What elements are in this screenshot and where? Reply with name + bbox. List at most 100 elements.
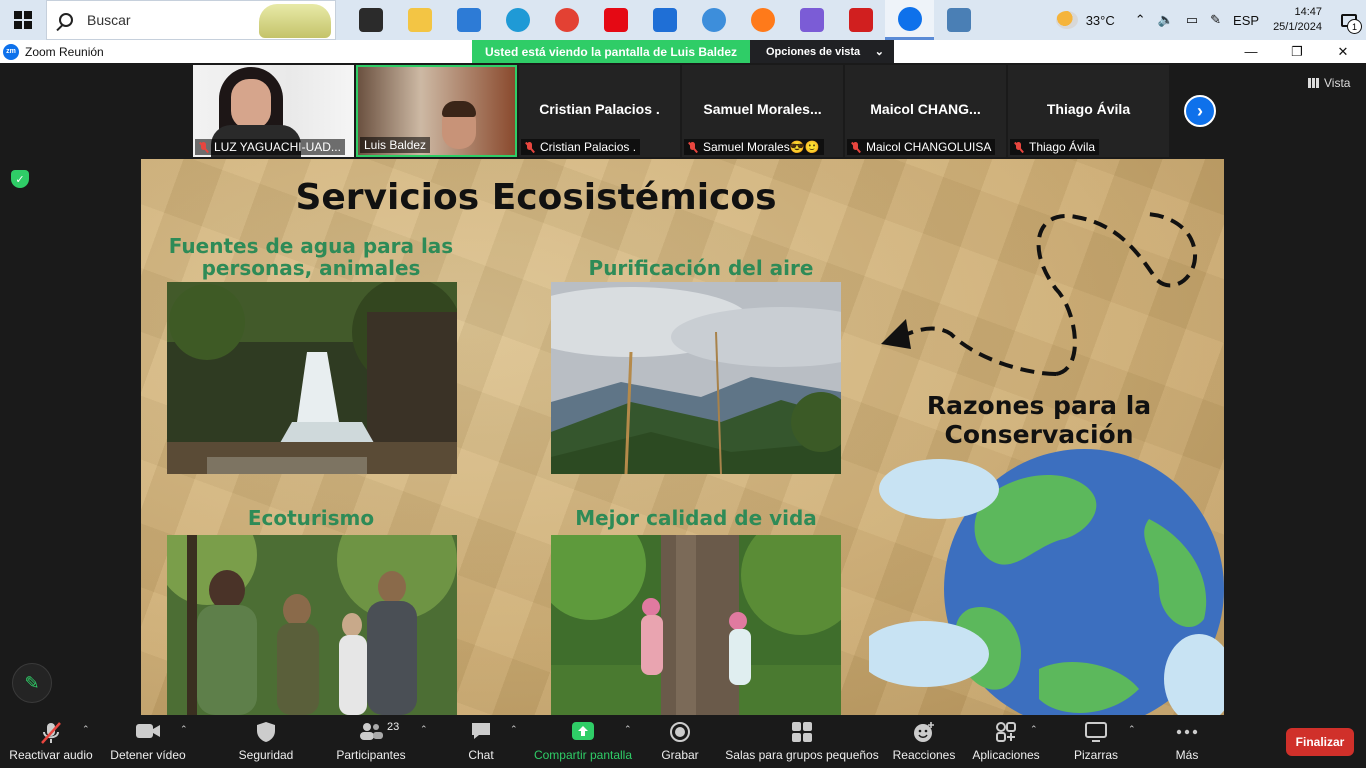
video-options-caret[interactable]: ⌃	[180, 724, 188, 735]
participant-display-name: Maicol CHANG...	[870, 101, 981, 117]
netflix-icon	[603, 8, 628, 32]
stop-video-button[interactable]: Detener vídeo	[108, 715, 188, 768]
weather-widget[interactable]: 33°C	[1055, 11, 1115, 29]
participant-name: Luis Baldez	[364, 138, 427, 152]
pen-icon[interactable]: ✎	[1210, 12, 1221, 28]
taskbar-app-button[interactable]	[444, 0, 493, 40]
firefox-icon	[750, 8, 775, 32]
section-heading-air: Purificación del aire	[588, 256, 814, 280]
clock[interactable]: 14:47 25/1/2024	[1273, 5, 1322, 35]
language-indicator[interactable]: ESP	[1233, 13, 1259, 28]
audio-options-caret[interactable]: ⌃	[82, 724, 90, 735]
participant-tile[interactable]: LUZ YAGUACHI-UAD...	[193, 65, 354, 157]
more-button[interactable]: Más	[1166, 715, 1208, 768]
whiteboards-options-caret[interactable]: ⌃	[1128, 724, 1136, 735]
participant-strip: LUZ YAGUACHI-UAD... Luis Baldez Cristian…	[193, 65, 1169, 158]
tree-hugging-photo	[551, 535, 841, 715]
clock-date: 25/1/2024	[1273, 21, 1322, 33]
taskbar-app-button[interactable]	[689, 0, 738, 40]
start-button[interactable]	[0, 0, 46, 40]
system-tray: 33°C ⌃ 🔈 ▭ ✎ ESP 14:47 25/1/2024 1	[1055, 0, 1366, 40]
minimize-button[interactable]: —	[1228, 40, 1274, 63]
taskbar-app-button[interactable]	[934, 0, 983, 40]
taskbar-app-button[interactable]	[395, 0, 444, 40]
section-heading-water: Fuentes de agua para las personas, anima…	[168, 234, 454, 280]
whiteboards-button[interactable]: Pizarras	[1070, 715, 1122, 768]
view-label: Vista	[1324, 76, 1351, 90]
apps-button[interactable]: Aplicaciones	[970, 715, 1042, 768]
window-title: Zoom Reunión	[25, 44, 104, 59]
search-icon	[59, 13, 73, 27]
taskbar-app-button[interactable]	[738, 0, 787, 40]
participant-tile[interactable]: Samuel Morales... Samuel Morales😎🙂	[682, 65, 843, 157]
taskbar-app-button[interactable]	[542, 0, 591, 40]
chat-button[interactable]: Chat	[460, 715, 502, 768]
shared-screen-slide: Servicios Ecosistémicos Fuentes de agua …	[141, 159, 1224, 715]
close-button[interactable]: ✕	[1320, 40, 1366, 63]
share-screen-label: Compartir pantalla	[533, 748, 633, 762]
restore-button[interactable]: ❐	[1274, 40, 1320, 63]
participants-options-caret[interactable]: ⌃	[420, 724, 428, 735]
notification-center-button[interactable]: 1	[1332, 0, 1366, 40]
participant-label: Maicol CHANGOLUISA	[847, 139, 996, 155]
search-placeholder: Buscar	[87, 12, 131, 28]
encryption-shield-icon[interactable]: ✓	[11, 170, 29, 188]
security-label: Seguridad	[238, 748, 294, 762]
chat-options-caret[interactable]: ⌃	[510, 724, 518, 735]
chrome-icon	[554, 8, 579, 32]
taskbar-app-button[interactable]	[640, 0, 689, 40]
taskbar-app-button[interactable]	[787, 0, 836, 40]
share-screen-icon	[572, 722, 594, 740]
participants-button[interactable]: 23 Participantes	[332, 715, 410, 768]
breakout-rooms-label: Salas para grupos pequeños	[725, 748, 879, 762]
participant-label: Cristian Palacios .	[521, 139, 641, 155]
share-options-caret[interactable]: ⌃	[624, 724, 632, 735]
end-meeting-button[interactable]: Finalizar	[1286, 728, 1354, 756]
taskbar-search-box[interactable]: Buscar	[46, 0, 336, 40]
slide-title: Servicios Ecosistémicos	[295, 177, 777, 218]
window-controls: — ❐ ✕	[1228, 40, 1366, 63]
taskbar-app-button[interactable]	[836, 0, 885, 40]
taskbar-app-button[interactable]	[346, 0, 395, 40]
whiteboard-icon	[1085, 722, 1107, 742]
speaker-icon[interactable]: 🔈	[1158, 12, 1174, 28]
participant-tile-active-speaker[interactable]: Luis Baldez	[356, 65, 517, 157]
clock-time: 14:47	[1294, 6, 1322, 18]
mic-muted-icon	[1014, 141, 1024, 153]
security-button[interactable]: Seguridad	[230, 715, 302, 768]
microphone-muted-icon	[41, 722, 61, 744]
participants-label: Participantes	[336, 748, 406, 762]
view-button[interactable]: Vista	[1308, 76, 1350, 90]
share-screen-button[interactable]: Compartir pantalla	[532, 715, 634, 768]
taskbar-app-button[interactable]	[493, 0, 542, 40]
section-heading-quality-of-life: Mejor calidad de vida	[575, 506, 817, 530]
participant-tile[interactable]: Thiago Ávila Thiago Ávila	[1008, 65, 1169, 157]
unmute-label: Reactivar audio	[9, 748, 93, 762]
annotate-pencil-button[interactable]: ✎	[12, 663, 52, 703]
next-participants-button[interactable]: ›	[1184, 95, 1216, 127]
mic-muted-icon	[688, 141, 698, 153]
microsoft-store-icon	[456, 8, 481, 32]
view-options-button[interactable]: Opciones de vista ⌄	[750, 40, 894, 63]
participant-name: Maicol CHANGOLUISA	[866, 140, 992, 154]
battery-icon[interactable]: ▭	[1186, 12, 1198, 28]
participant-tile[interactable]: Cristian Palacios . Cristian Palacios .	[519, 65, 680, 157]
notification-badge: 1	[1347, 19, 1362, 34]
taskbar-app-button[interactable]	[591, 0, 640, 40]
reactions-button[interactable]: Reacciones	[892, 715, 956, 768]
participant-label: Luis Baldez	[360, 137, 431, 153]
task-view-icon	[358, 8, 383, 32]
share-banner-text: Usted está viendo la pantalla de Luis Ba…	[472, 40, 750, 63]
participant-tile[interactable]: Maicol CHANG... Maicol CHANGOLUISA	[845, 65, 1006, 157]
breakout-rooms-button[interactable]: Salas para grupos pequeños	[725, 715, 879, 768]
apps-options-caret[interactable]: ⌃	[1030, 724, 1038, 735]
record-icon	[670, 722, 690, 742]
chevron-up-icon[interactable]: ⌃	[1135, 12, 1146, 28]
taskbar-app-button[interactable]	[885, 0, 934, 40]
mountains-photo	[551, 282, 841, 474]
dashed-arrow-doodle	[881, 212, 1198, 376]
unmute-button[interactable]: Reactivar audio	[6, 715, 96, 768]
reactions-label: Reacciones	[892, 748, 956, 762]
record-button[interactable]: Grabar	[658, 715, 702, 768]
view-options-label: Opciones de vista	[766, 45, 861, 58]
